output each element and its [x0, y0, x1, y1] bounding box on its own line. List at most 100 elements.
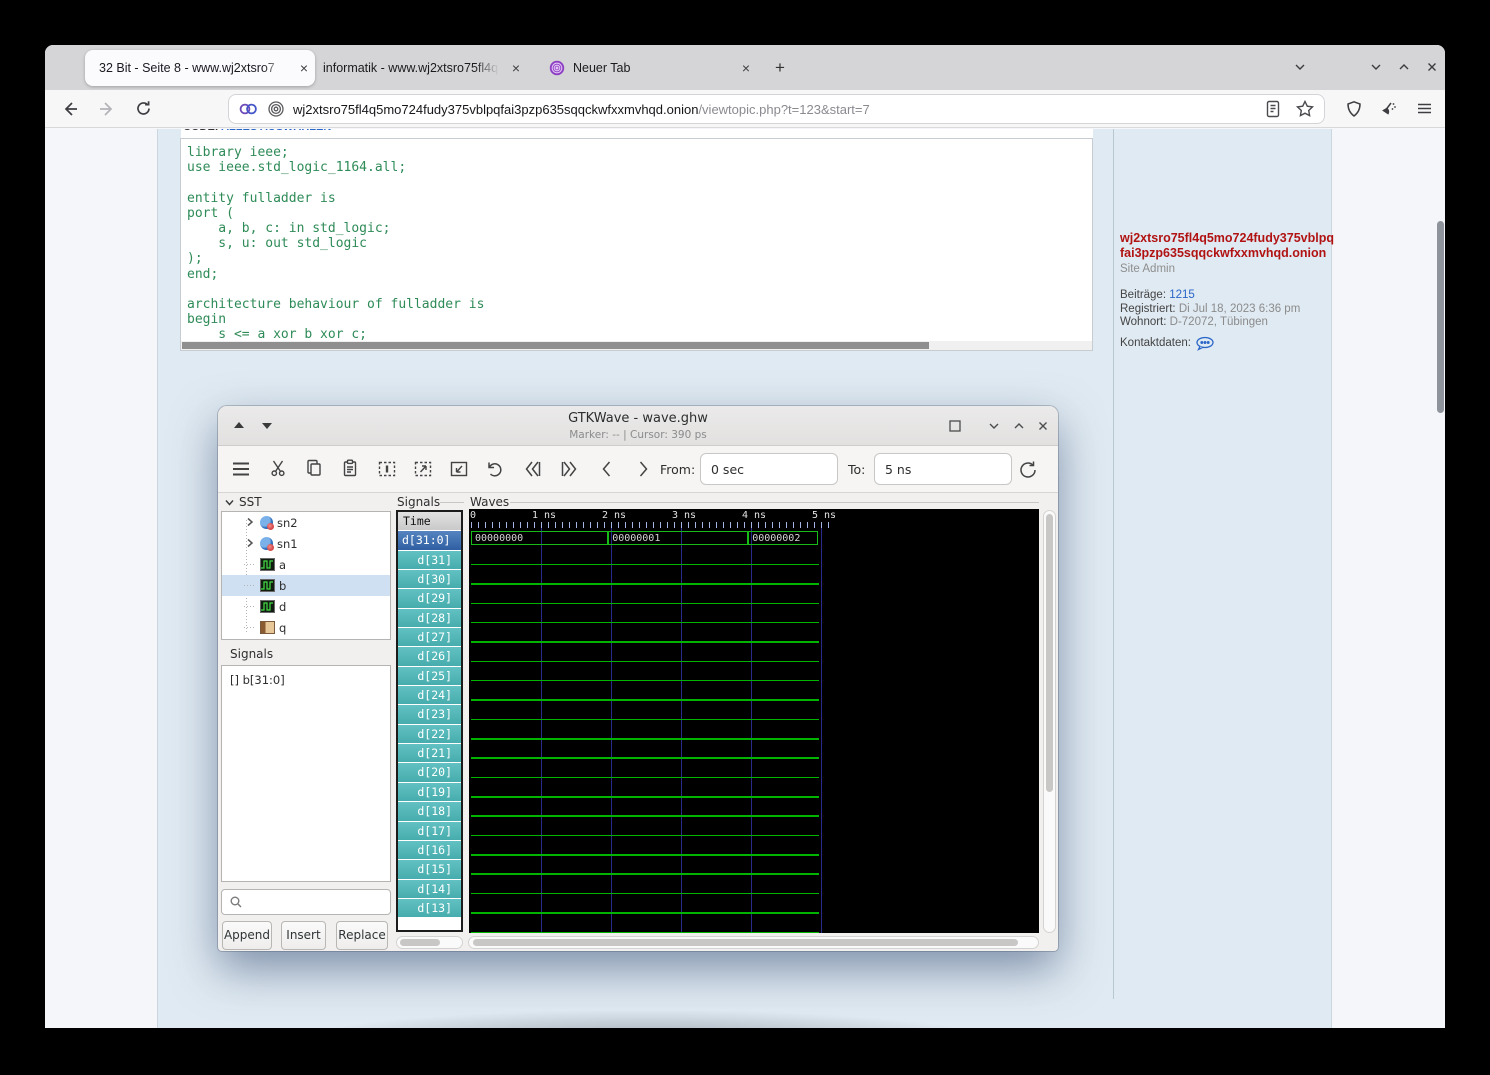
- tab-informatik[interactable]: informatik - www.wj2xtsro75fl4q ×: [317, 50, 527, 86]
- fit-window-icon[interactable]: [944, 415, 966, 437]
- step-left-icon[interactable]: [596, 458, 620, 482]
- insert-button[interactable]: Insert: [281, 921, 326, 950]
- sst-tree[interactable]: sn2sn1abdq: [221, 511, 391, 640]
- sst-signals-header: Signals: [230, 647, 273, 661]
- bit-zero-line: [471, 680, 819, 682]
- tab-close-icon[interactable]: ×: [735, 60, 757, 76]
- tab-close-icon[interactable]: ×: [293, 60, 315, 76]
- tor-circuit-icon[interactable]: [237, 98, 259, 120]
- signal-label[interactable]: d[21]: [398, 744, 461, 762]
- code-line: s, u: out std_logic: [181, 236, 1092, 251]
- zoom-out-icon[interactable]: [412, 458, 436, 482]
- skip-to-end-icon[interactable]: [558, 458, 582, 482]
- paste-icon[interactable]: [340, 458, 364, 482]
- tab-new-tab[interactable]: Neuer Tab ×: [539, 50, 757, 86]
- waves-vertical-scrollbar[interactable]: [1043, 510, 1056, 933]
- signal-label[interactable]: d[31]: [398, 551, 461, 569]
- replace-button[interactable]: Replace: [336, 921, 388, 950]
- sst-tree-item-sn1[interactable]: sn1: [222, 533, 390, 554]
- signal-label[interactable]: d[25]: [398, 667, 461, 685]
- sst-signals-list[interactable]: [] b[31:0]: [221, 665, 391, 882]
- code-block[interactable]: library ieee;use ieee.std_logic_1164.all…: [180, 138, 1093, 351]
- private-message-icon[interactable]: [1195, 336, 1215, 351]
- new-identity-broom-icon[interactable]: [1375, 96, 1401, 122]
- expander-chevron-icon[interactable]: [244, 516, 258, 530]
- code-line: architecture behaviour of fulladder is: [181, 297, 1092, 312]
- bit-zero-line: [471, 719, 819, 721]
- signal-label[interactable]: d[16]: [398, 841, 461, 859]
- append-button[interactable]: Append: [222, 921, 272, 950]
- posts-count-link[interactable]: 1215: [1169, 289, 1195, 301]
- signal-name-column[interactable]: Timed[31:0]d[31]d[30]d[29]d[28]d[27]d[26…: [396, 510, 463, 932]
- scrollbar-thumb[interactable]: [1046, 514, 1053, 792]
- sst-tree-item-sn2[interactable]: sn2: [222, 512, 390, 533]
- signal-label[interactable]: d[26]: [398, 647, 461, 665]
- code-horizontal-scrollbar[interactable]: [181, 341, 1092, 350]
- menu-hamburger-icon[interactable]: [1411, 96, 1437, 122]
- gtkwave-minimize-icon[interactable]: [983, 415, 1005, 437]
- zoom-in-icon[interactable]: [448, 458, 472, 482]
- from-time-input[interactable]: [700, 453, 838, 485]
- tab-close-icon[interactable]: ×: [505, 60, 527, 76]
- signals-horizontal-scrollbar[interactable]: [396, 936, 463, 949]
- back-icon[interactable]: [57, 96, 83, 122]
- select-all-link[interactable]: ALLES AUSWÄHLEN: [221, 129, 331, 133]
- author-username[interactable]: wj2xtsro75fl4q5mo724fudy375vblpqfai3pzp6…: [1120, 231, 1335, 261]
- shield-icon[interactable]: [1341, 96, 1367, 122]
- gtkwave-close-icon[interactable]: [1032, 415, 1054, 437]
- scrollbar-thumb[interactable]: [473, 939, 1018, 946]
- url-bar[interactable]: wj2xtsro75fl4q5mo724fudy375vblpqfai3pzp6…: [228, 94, 1325, 124]
- gtkwave-maximize-icon[interactable]: [1008, 415, 1030, 437]
- window-maximize-icon[interactable]: [1393, 57, 1415, 79]
- signal-label[interactable]: d[29]: [398, 589, 461, 607]
- signal-label[interactable]: d[19]: [398, 783, 461, 801]
- signal-label[interactable]: d[28]: [398, 609, 461, 627]
- signal-label-bus[interactable]: d[31:0]: [398, 531, 461, 549]
- reader-mode-icon[interactable]: [1262, 98, 1284, 120]
- reload-icon[interactable]: [130, 96, 156, 122]
- new-tab-button[interactable]: +: [767, 55, 793, 81]
- undo-icon[interactable]: [484, 458, 508, 482]
- signal-search-input[interactable]: [221, 889, 391, 915]
- sst-tree-item-d[interactable]: d: [222, 596, 390, 617]
- menu-icon[interactable]: [230, 458, 254, 482]
- signal-label[interactable]: d[24]: [398, 686, 461, 704]
- code-scrollbar-thumb[interactable]: [182, 342, 929, 349]
- onion-site-icon[interactable]: [265, 98, 287, 120]
- window-close-icon[interactable]: [1421, 57, 1443, 79]
- window-minimize-icon[interactable]: [1365, 57, 1387, 79]
- signal-label[interactable]: d[18]: [398, 802, 461, 820]
- signal-label[interactable]: d[15]: [398, 860, 461, 878]
- gtkwave-titlebar[interactable]: GTKWave - wave.ghw Marker: -- | Cursor: …: [218, 406, 1058, 446]
- signal-label[interactable]: d[22]: [398, 725, 461, 743]
- list-tabs-chevron-icon[interactable]: [1289, 57, 1311, 79]
- list-item[interactable]: [] b[31:0]: [222, 666, 390, 687]
- signal-label[interactable]: d[30]: [398, 570, 461, 588]
- scrollbar-thumb[interactable]: [400, 939, 440, 946]
- signal-label[interactable]: d[23]: [398, 705, 461, 723]
- signal-label[interactable]: d[27]: [398, 628, 461, 646]
- copy-icon[interactable]: [304, 458, 328, 482]
- cut-icon[interactable]: [268, 458, 292, 482]
- reload-waves-icon[interactable]: [1016, 458, 1040, 482]
- sst-tree-item-q[interactable]: q: [222, 617, 390, 638]
- sst-header[interactable]: SST: [224, 495, 262, 509]
- sst-tree-item-a[interactable]: a: [222, 554, 390, 575]
- signal-label[interactable]: d[17]: [398, 822, 461, 840]
- page-scrollbar-thumb[interactable]: [1437, 221, 1444, 413]
- sst-expander-icon[interactable]: [224, 497, 235, 508]
- step-right-icon[interactable]: [632, 458, 656, 482]
- signal-label[interactable]: d[20]: [398, 763, 461, 781]
- forward-icon[interactable]: [94, 96, 120, 122]
- wave-canvas[interactable]: 01 ns2 ns3 ns4 ns5 ns0000000000000001000…: [469, 509, 1039, 933]
- zoom-fit-icon[interactable]: [376, 458, 400, 482]
- skip-to-start-icon[interactable]: [522, 458, 546, 482]
- waves-horizontal-scrollbar[interactable]: [468, 936, 1039, 949]
- to-time-input[interactable]: [874, 453, 1012, 485]
- sst-tree-item-b[interactable]: b: [222, 575, 390, 596]
- bookmark-star-icon[interactable]: [1294, 98, 1316, 120]
- signal-label[interactable]: d[14]: [398, 880, 461, 898]
- tab-forum-32bit[interactable]: 32 Bit - Seite 8 - www.wj2xtsro7 ×: [85, 50, 315, 86]
- signal-label[interactable]: d[13]: [398, 899, 461, 917]
- expander-chevron-icon[interactable]: [244, 537, 258, 551]
